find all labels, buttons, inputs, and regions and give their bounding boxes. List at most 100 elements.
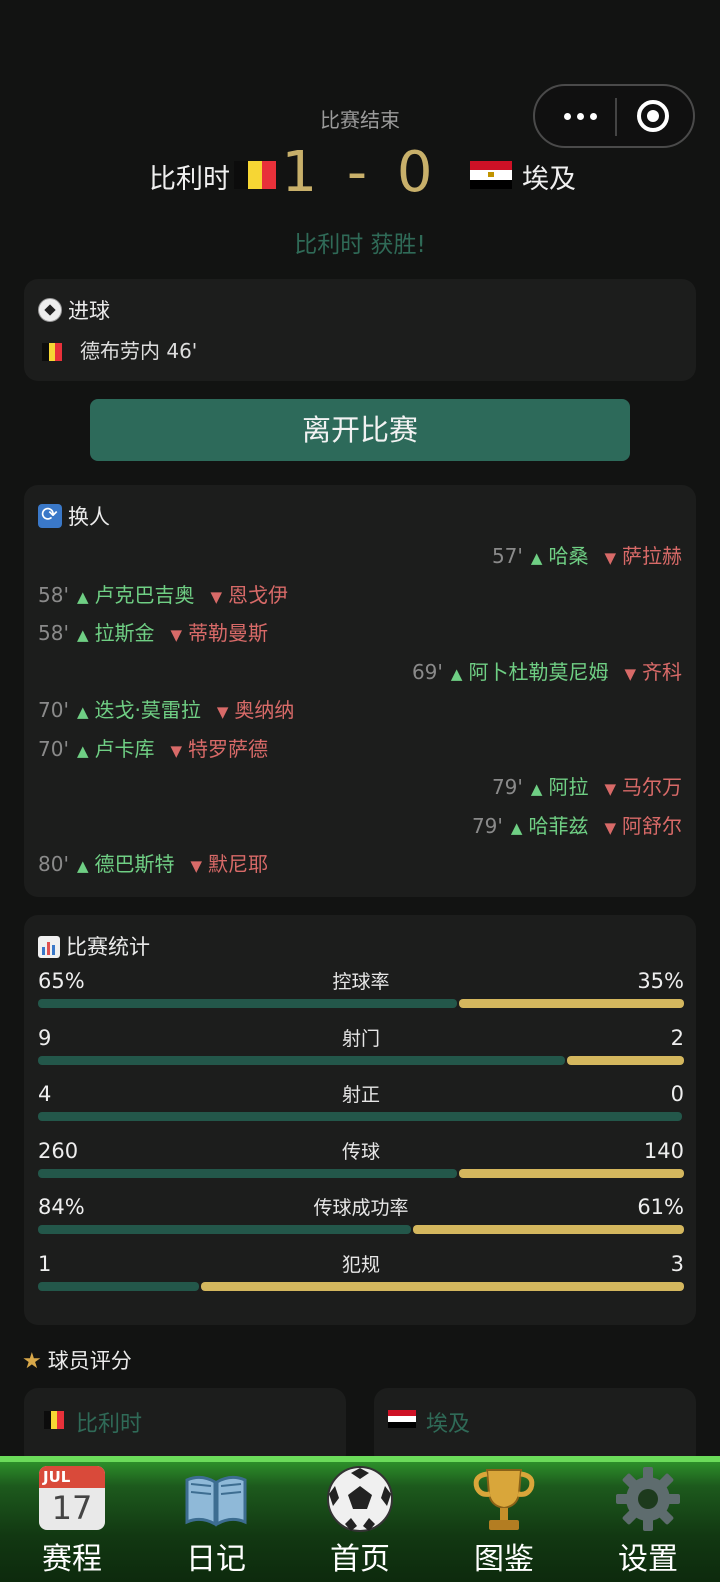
sub-out-player: 萨拉赫: [622, 544, 682, 568]
match-status: 比赛结束: [320, 108, 400, 132]
sub-in-player: 哈菲兹: [528, 813, 589, 838]
stat-away-value: 0: [670, 1082, 684, 1106]
goal-scorer: 德布劳内 46': [80, 339, 198, 363]
soccer-ball-icon: [325, 1464, 395, 1534]
stat-name: 控球率: [332, 971, 390, 993]
sub-out-arrow-icon: ▼: [170, 626, 183, 644]
sub-out-player: 奥纳纳: [234, 698, 295, 722]
stat-bar-away: [413, 1225, 684, 1234]
substitution-row: 58' ▲ 拉斯金 ▼ 蒂勒曼斯: [38, 617, 268, 646]
sub-in-arrow-icon: ▲: [76, 587, 89, 606]
egypt-flag-icon: [388, 1410, 416, 1428]
stat-bar-home: [38, 1225, 411, 1234]
leave-match-button[interactable]: 离开比赛: [90, 399, 630, 461]
stat-name: 传球: [341, 1140, 380, 1163]
match-result: 比利时 获胜!: [294, 232, 426, 258]
sub-in-player: 哈桑: [548, 544, 589, 568]
sub-in-player: 卢卡库: [94, 736, 155, 761]
stat-bar: [38, 1281, 684, 1291]
nav-collection-label: 图鉴: [474, 1542, 534, 1577]
stat-bar-away: [201, 1281, 684, 1291]
stat-row: 9 射门 2: [38, 1024, 684, 1080]
sub-minute: 58': [38, 621, 69, 645]
star-icon: ★: [22, 1349, 42, 1374]
stat-name: 射正: [341, 1084, 380, 1106]
sub-in-arrow-icon: ▲: [76, 703, 89, 721]
stat-bar: [38, 999, 684, 1008]
sub-in-arrow-icon: ▲: [530, 780, 543, 798]
stat-bar: [38, 1055, 684, 1065]
substitutions-title-label: 换人: [68, 505, 110, 529]
calendar-month: JUL: [39, 1466, 105, 1488]
stat-bar-away: [459, 999, 684, 1008]
stat-bar: [38, 1168, 684, 1178]
sub-in-arrow-icon: ▲: [530, 549, 543, 567]
swap-icon: [38, 502, 62, 528]
nav-diary-label: 日记: [186, 1542, 246, 1577]
stat-row: 65% 控球率 35%: [38, 967, 684, 1023]
stat-row: 1 犯规 3: [38, 1250, 684, 1306]
belgium-flag-icon: [42, 343, 62, 361]
substitution-row: 58' ▲ 卢克巴吉奥 ▼ 恩戈伊: [38, 579, 288, 608]
stat-away-value: 35%: [637, 969, 684, 993]
stat-bar-home: [38, 1055, 565, 1065]
sub-out-arrow-icon: ▼: [624, 664, 636, 683]
home-rating-team: 比利时: [76, 1412, 143, 1437]
stat-bar-away: [567, 1055, 684, 1065]
sub-out-player: 默尼耶: [208, 852, 269, 876]
sub-out-player: 阿舒尔: [622, 813, 682, 838]
nav-settings[interactable]: 设置: [576, 1456, 720, 1582]
substitution-row: 79' ▲ 哈菲兹 ▼ 阿舒尔: [472, 810, 682, 839]
sub-in-player: 阿拉: [548, 775, 589, 799]
stat-away-value: 3: [670, 1251, 684, 1276]
stat-row: 84% 传球成功率 61%: [38, 1193, 684, 1249]
sub-in-player: 迭戈·莫雷拉: [94, 698, 201, 722]
sub-in-arrow-icon: ▲: [76, 626, 89, 644]
stat-bar-away: [459, 1168, 684, 1178]
sub-out-arrow-icon: ▼: [604, 780, 616, 798]
sub-out-arrow-icon: ▼: [190, 857, 203, 875]
sub-in-player: 卢克巴吉奥: [94, 582, 195, 607]
sub-out-player: 齐科: [642, 659, 682, 684]
stat-name: 传球成功率: [313, 1197, 409, 1219]
substitution-row: 69' ▲ 阿卜杜勒莫尼姆 ▼ 齐科: [412, 656, 682, 685]
egypt-flag-icon: [470, 161, 512, 189]
substitutions-card: 换人 57' ▲ 哈桑 ▼ 萨拉赫 58' ▲ 卢克巴吉奥 ▼ 恩戈伊 58' ▲ 拉斯金 ▼ 蒂勒曼斯 69…: [24, 485, 696, 897]
substitution-row: 80' ▲ 德巴斯特 ▼ 默尼耶: [38, 848, 268, 877]
stat-away-value: 140: [643, 1138, 684, 1163]
ratings-title: ★ 球员评分: [22, 1345, 132, 1375]
nav-settings-label: 设置: [618, 1542, 678, 1577]
sub-out-player: 特罗萨德: [188, 736, 269, 761]
belgium-flag-icon: [44, 1411, 64, 1429]
sub-minute: 79': [471, 813, 503, 838]
nav-home-label: 首页: [330, 1542, 390, 1577]
gear-icon: [613, 1464, 683, 1534]
sub-in-player: 拉斯金: [94, 621, 155, 645]
sub-minute: 57': [491, 544, 523, 568]
soccer-ball-icon: [38, 298, 62, 322]
nav-collection[interactable]: 图鉴: [432, 1456, 576, 1582]
nav-schedule[interactable]: JUL 17 赛程: [0, 1456, 144, 1582]
ratings-title-label: 球员评分: [47, 1349, 132, 1373]
sub-minute: 69': [411, 659, 443, 684]
sub-minute: 79': [491, 775, 523, 799]
substitution-row: 57' ▲ 哈桑 ▼ 萨拉赫: [492, 540, 682, 569]
goals-title: 进球: [38, 295, 110, 325]
stats-title: 比赛统计: [38, 931, 150, 961]
stat-away-value: 61%: [637, 1195, 684, 1219]
stat-bar: [38, 1112, 684, 1121]
goals-title-label: 进球: [68, 299, 110, 323]
nav-diary[interactable]: 日记: [144, 1456, 288, 1582]
goal-row: 德布劳内 46': [42, 335, 197, 364]
sub-out-arrow-icon: ▼: [210, 587, 223, 606]
calendar-day: 17: [51, 1489, 93, 1527]
nav-home[interactable]: 首页: [288, 1456, 432, 1582]
stat-bar-home: [38, 1168, 457, 1178]
away-team-name: 埃及: [522, 164, 576, 195]
substitutions-title: 换人: [38, 501, 110, 531]
stat-away-value: 2: [670, 1025, 684, 1050]
stat-bar-home: [38, 999, 457, 1008]
substitution-row: 79' ▲ 阿拉 ▼ 马尔万: [492, 771, 682, 800]
stat-bar: [38, 1225, 684, 1234]
stat-name: 犯规: [341, 1253, 380, 1276]
